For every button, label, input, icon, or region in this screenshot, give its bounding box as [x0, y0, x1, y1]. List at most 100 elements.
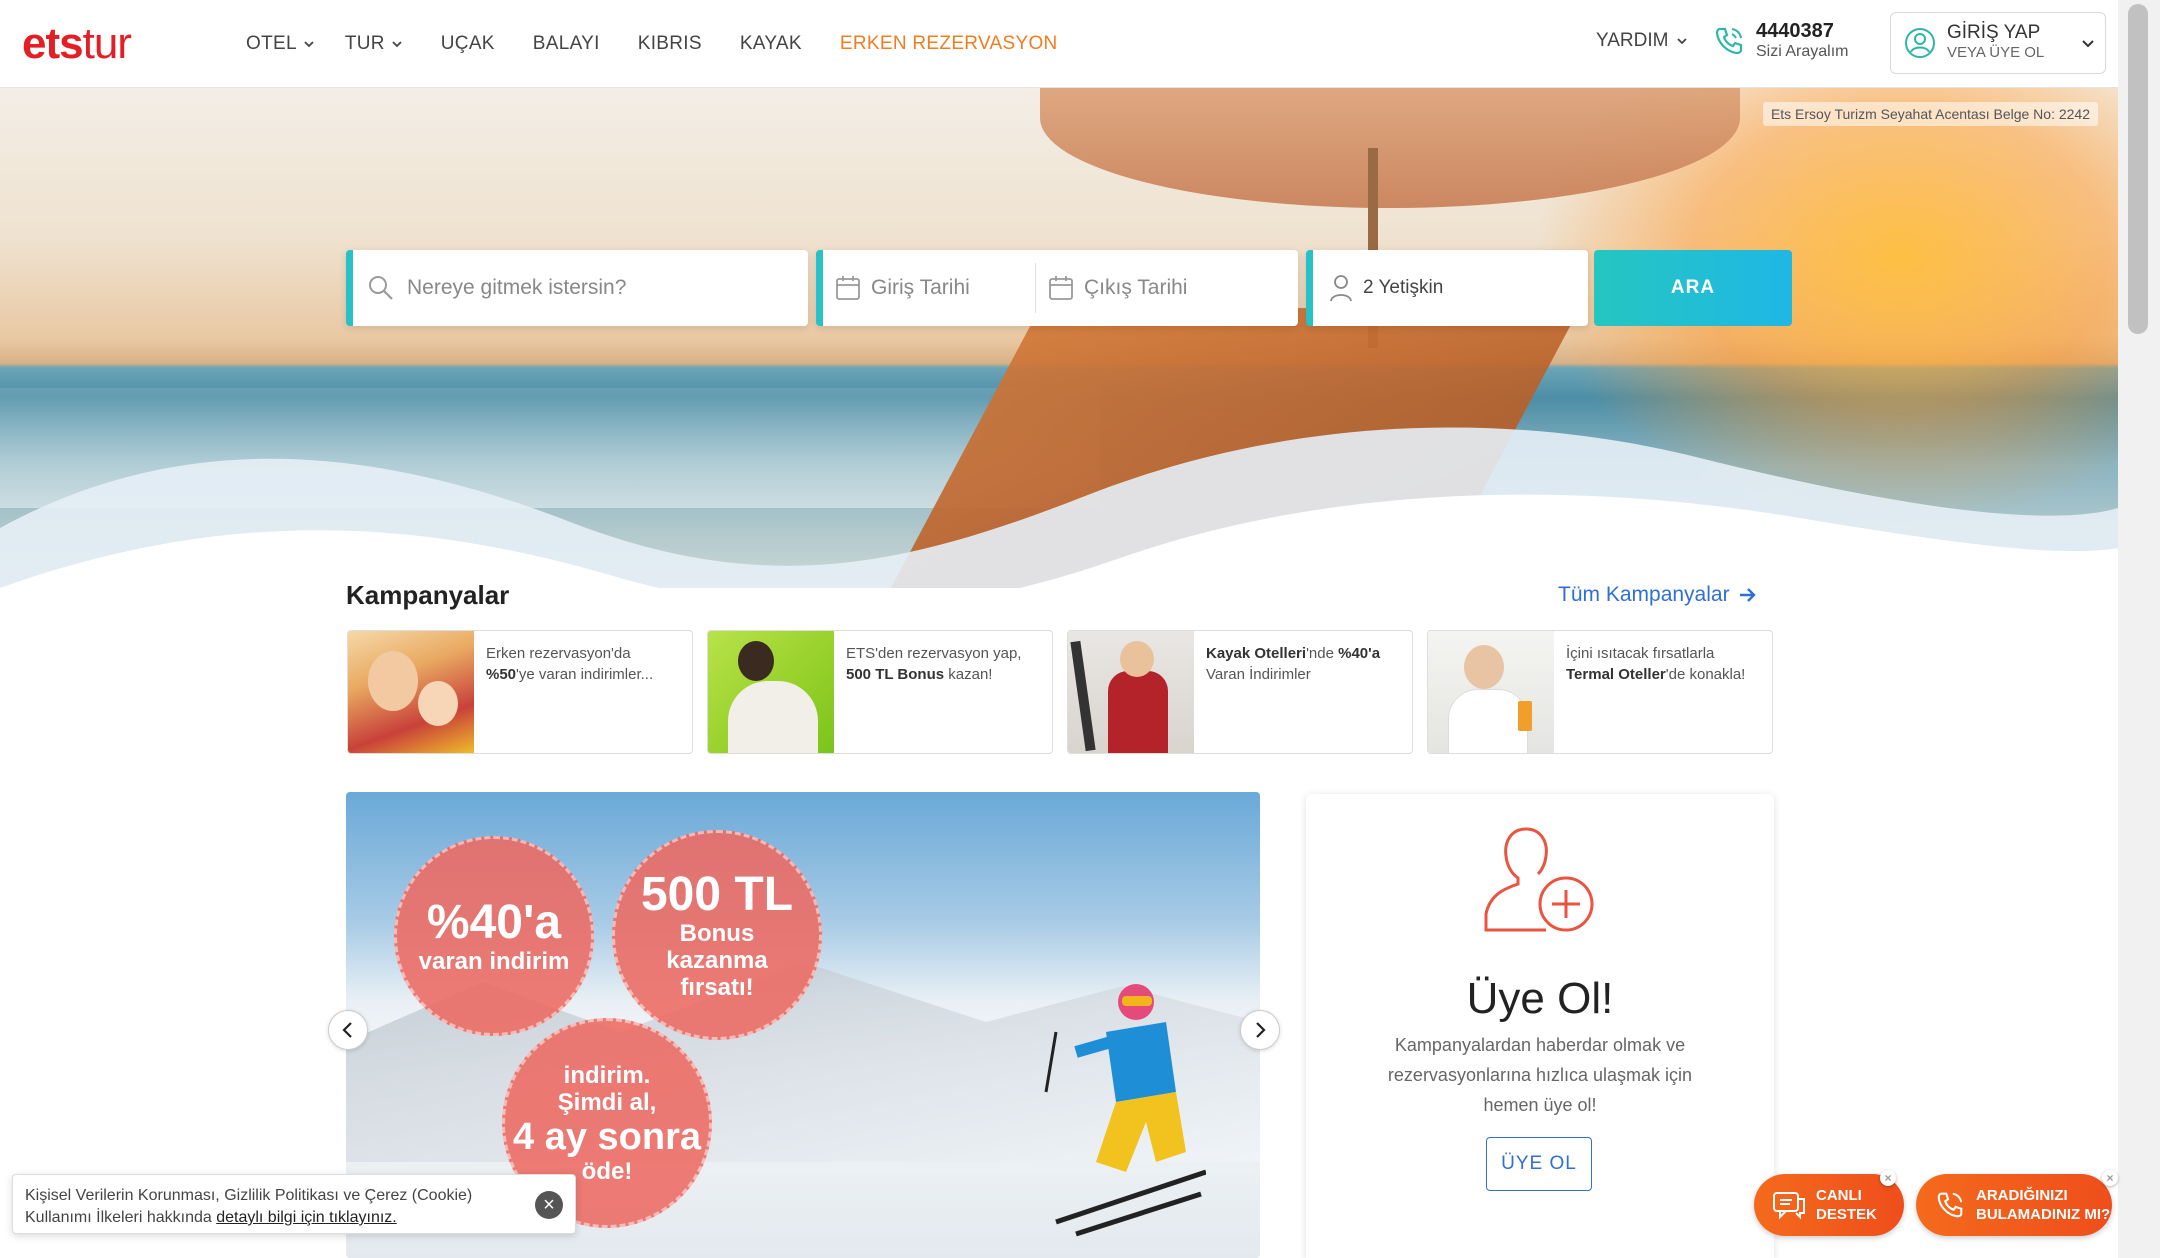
page-scrollbar[interactable]: [2118, 0, 2160, 1258]
badge1-big: %40'a: [426, 895, 562, 949]
campaign-card-ski[interactable]: Kayak Otelleri'nde %40'a Varan İndirimle…: [1067, 630, 1413, 754]
all-campaigns-link[interactable]: Tüm Kampanyalar: [1558, 583, 1758, 607]
login-line2: VEYA ÜYE OL: [1947, 44, 2045, 61]
cookie-details-link[interactable]: detaylı bilgi için tıklayınız.: [216, 1209, 397, 1226]
chevron-right-icon: [1256, 1022, 1266, 1038]
campaigns-title: Kampanyalar: [346, 580, 510, 610]
badge3-mid: Şimdi al,: [557, 1088, 657, 1116]
campaign-card-early[interactable]: Erken rezervasyon'da %50'ye varan indiri…: [347, 630, 693, 754]
hero-umbrella: [1040, 88, 1740, 208]
page: etstur OTEL TUR UÇAK BALAYI KIBRIS KAYAK…: [0, 0, 2160, 1258]
scrollbar-thumb[interactable]: [2128, 4, 2148, 334]
logo-ets: ets: [22, 19, 84, 68]
checkout-placeholder: Çıkış Tarihi: [1084, 276, 1188, 299]
signup-title: Üye Ol!: [1466, 974, 1614, 1023]
campaign-text-pre: İçini ısıtacak fırsatlarla: [1566, 645, 1715, 662]
campaign-text-post: 'ye varan indirimler...: [516, 666, 654, 683]
main-nav: OTEL TUR UÇAK BALAYI KIBRIS KAYAK ERKEN …: [246, 0, 1096, 88]
chevron-down-icon: [304, 41, 314, 48]
campaign-text: Kayak Otelleri'nde %40'a Varan İndirimle…: [1194, 631, 1412, 753]
signup-card: Üye Ol! Kampanyalardan haberdar olmak ve…: [1306, 794, 1774, 1258]
phone-icon: [1937, 1192, 1963, 1218]
etstur-logo[interactable]: etstur: [22, 19, 132, 68]
chevron-down-icon: [392, 41, 402, 48]
destination-field[interactable]: Nereye gitmek istersin?: [346, 250, 808, 326]
campaign-text-bold: Termal Oteller: [1566, 666, 1666, 683]
phone-number: 4440387: [1756, 20, 1834, 42]
hero-wave: [0, 427, 2118, 588]
close-icon[interactable]: ×: [1880, 1170, 1896, 1186]
nav-kibris[interactable]: KIBRIS: [638, 33, 702, 55]
badge3-big: 4 ay sonra: [513, 1115, 701, 1158]
campaign-thumb: [1428, 631, 1554, 753]
date-range-field: Giriş Tarihi Çıkış Tarihi: [816, 250, 1298, 326]
calendar-icon: [1049, 276, 1073, 300]
search-button[interactable]: ARA: [1594, 250, 1792, 326]
guest-selector[interactable]: 2 Yetişkin: [1306, 250, 1588, 326]
nav-otel-label: OTEL: [246, 33, 297, 54]
cookie-notice: Kişisel Verilerin Korunması, Gizlilik Po…: [12, 1174, 576, 1234]
all-campaigns-label: Tüm Kampanyalar: [1558, 583, 1730, 606]
person-icon: [1330, 275, 1352, 302]
hero-banner: Ets Ersoy Turizm Seyahat Acentası Belge …: [0, 88, 2118, 588]
help-menu[interactable]: YARDIM: [1596, 30, 1688, 52]
skier-illustration: [1044, 984, 1206, 1237]
campaign-card-bonus[interactable]: ETS'den rezervasyon yap, 500 TL Bonus ka…: [707, 630, 1053, 754]
calendar-icon: [836, 276, 860, 300]
campaign-card-thermal[interactable]: İçini ısıtacak fırsatlarla Termal Otelle…: [1427, 630, 1773, 754]
campaign-thumb: [1068, 631, 1194, 753]
login-line1: GİRİŞ YAP: [1947, 22, 2041, 43]
nav-erken-rezervasyon[interactable]: ERKEN REZERVASYON: [840, 33, 1058, 55]
cant-find-line1: ARADIĞINIZI: [1976, 1187, 2068, 1204]
close-icon[interactable]: ×: [535, 1191, 563, 1219]
campaign-text: İçini ısıtacak fırsatlarla Termal Otelle…: [1554, 631, 1772, 753]
live-support-button[interactable]: CANLI DESTEK ×: [1754, 1170, 1904, 1236]
license-label: Ets Ersoy Turizm Seyahat Acentası Belge …: [1762, 102, 2098, 126]
slider-next-button[interactable]: [1240, 1010, 1280, 1050]
badge2-small: Bonus kazanma fırsatı!: [666, 919, 768, 1001]
campaign-text-post: kazan!: [944, 666, 993, 683]
nav-tur[interactable]: TUR: [345, 33, 403, 55]
bonus-badge: 500 TL Bonus kazanma fırsatı!: [612, 830, 822, 1040]
campaign-text-pre: 'nde: [1306, 645, 1339, 662]
live-support-line2: DESTEK: [1816, 1206, 1877, 1223]
chevron-down-icon: [2082, 40, 2094, 48]
nav-otel[interactable]: OTEL: [246, 33, 315, 55]
campaign-text-bold: Kayak Otelleri: [1206, 645, 1307, 662]
add-user-icon: [1484, 827, 1594, 932]
slider-prev-button[interactable]: [328, 1010, 368, 1050]
close-icon[interactable]: ×: [2102, 1170, 2118, 1186]
destination-placeholder: Nereye gitmek istersin?: [407, 276, 627, 299]
checkout-field[interactable]: Çıkış Tarihi: [1035, 263, 1187, 313]
badge1-small: varan indirim: [418, 947, 570, 975]
campaign-text-post: 'de konakla!: [1665, 666, 1746, 683]
discount-badge: %40'a varan indirim: [394, 836, 594, 1036]
campaign-text-bold: 500 TL Bonus: [846, 666, 945, 683]
chevron-left-icon: [342, 1022, 352, 1038]
cant-find-line2: BULAMADINIZ MI?: [1976, 1206, 2111, 1223]
checkin-field[interactable]: Giriş Tarihi: [835, 275, 1035, 301]
campaign-thumb: [348, 631, 474, 753]
login-button[interactable]: GİRİŞ YAP VEYA ÜYE OL: [1890, 12, 2106, 74]
campaign-text: ETS'den rezervasyon yap, 500 TL Bonus ka…: [834, 631, 1052, 753]
guest-count: 2 Yetişkin: [1363, 277, 1444, 298]
campaign-text-pre: ETS'den rezervasyon yap,: [846, 645, 1022, 662]
logo-tur: tur: [82, 19, 132, 68]
badge2-big: 500 TL: [640, 867, 794, 921]
phone-sub: Sizi Arayalım: [1756, 43, 1849, 60]
nav-ucak[interactable]: UÇAK: [441, 33, 495, 55]
search-icon: [369, 276, 393, 300]
checkin-placeholder: Giriş Tarihi: [871, 276, 970, 299]
call-me-box[interactable]: 4440387 Sizi Arayalım: [1712, 20, 1848, 62]
signup-description: Kampanyalardan haberdar olmak ve rezerva…: [1387, 1035, 1693, 1115]
campaign-text-pre: Erken rezervasyon'da: [486, 645, 631, 662]
arrow-right-icon: [1739, 588, 1756, 602]
cant-find-button[interactable]: ARADIĞINIZI BULAMADINIZ MI? ×: [1916, 1170, 2118, 1236]
signup-button[interactable]: ÜYE OL: [1486, 1137, 1592, 1191]
campaign-text-bold2: %40'a: [1338, 645, 1381, 662]
nav-kayak[interactable]: KAYAK: [740, 33, 802, 55]
campaign-text-post: Varan İndirimler: [1206, 666, 1311, 683]
campaign-thumb: [708, 631, 834, 753]
nav-balayi[interactable]: BALAYI: [533, 33, 600, 55]
badge3-small: öde!: [581, 1157, 633, 1185]
